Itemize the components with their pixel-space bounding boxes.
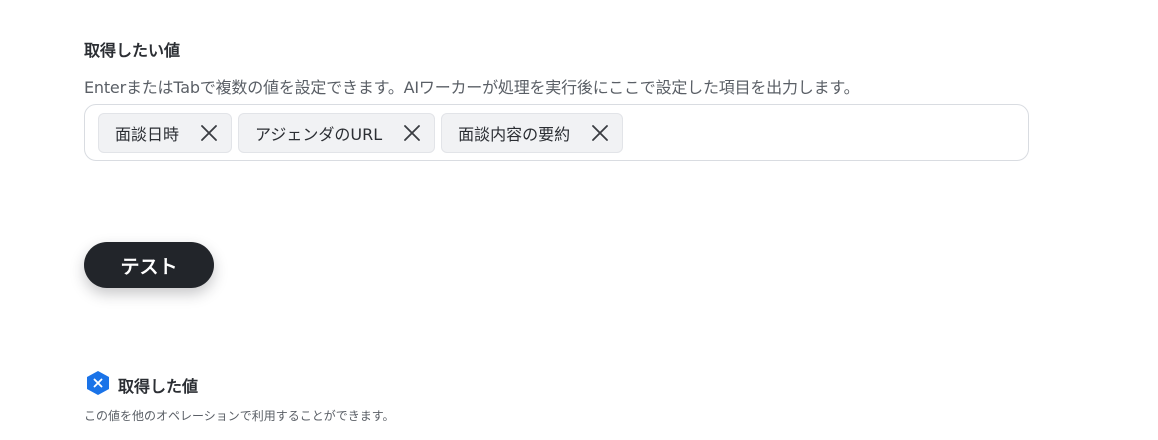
tag-item: 面談日時: [98, 112, 233, 153]
tag-label: アジェンダのURL: [255, 124, 383, 144]
field-label: 取得したい値: [84, 41, 181, 60]
result-header: 取得した値: [86, 370, 198, 400]
close-icon[interactable]: [590, 123, 610, 143]
tag-label: 面談日時: [115, 124, 180, 144]
tag-item: アジェンダのURL: [238, 112, 436, 153]
test-button[interactable]: テスト: [84, 242, 214, 288]
result-description: この値を他のオペレーションで利用することができます。: [84, 409, 395, 423]
tag-label: 面談内容の要約: [458, 124, 571, 144]
tag-item: 面談内容の要約: [441, 112, 624, 153]
variable-hexagon-icon: [86, 370, 110, 400]
close-icon[interactable]: [199, 123, 219, 143]
close-icon[interactable]: [402, 123, 422, 143]
tag-input[interactable]: 面談日時 アジェンダのURL 面談内容の要約: [84, 104, 1029, 161]
field-description: EnterまたはTabで複数の値を設定できます。AIワーカーが処理を実行後にここ…: [84, 78, 860, 97]
result-title: 取得した値: [118, 377, 199, 396]
